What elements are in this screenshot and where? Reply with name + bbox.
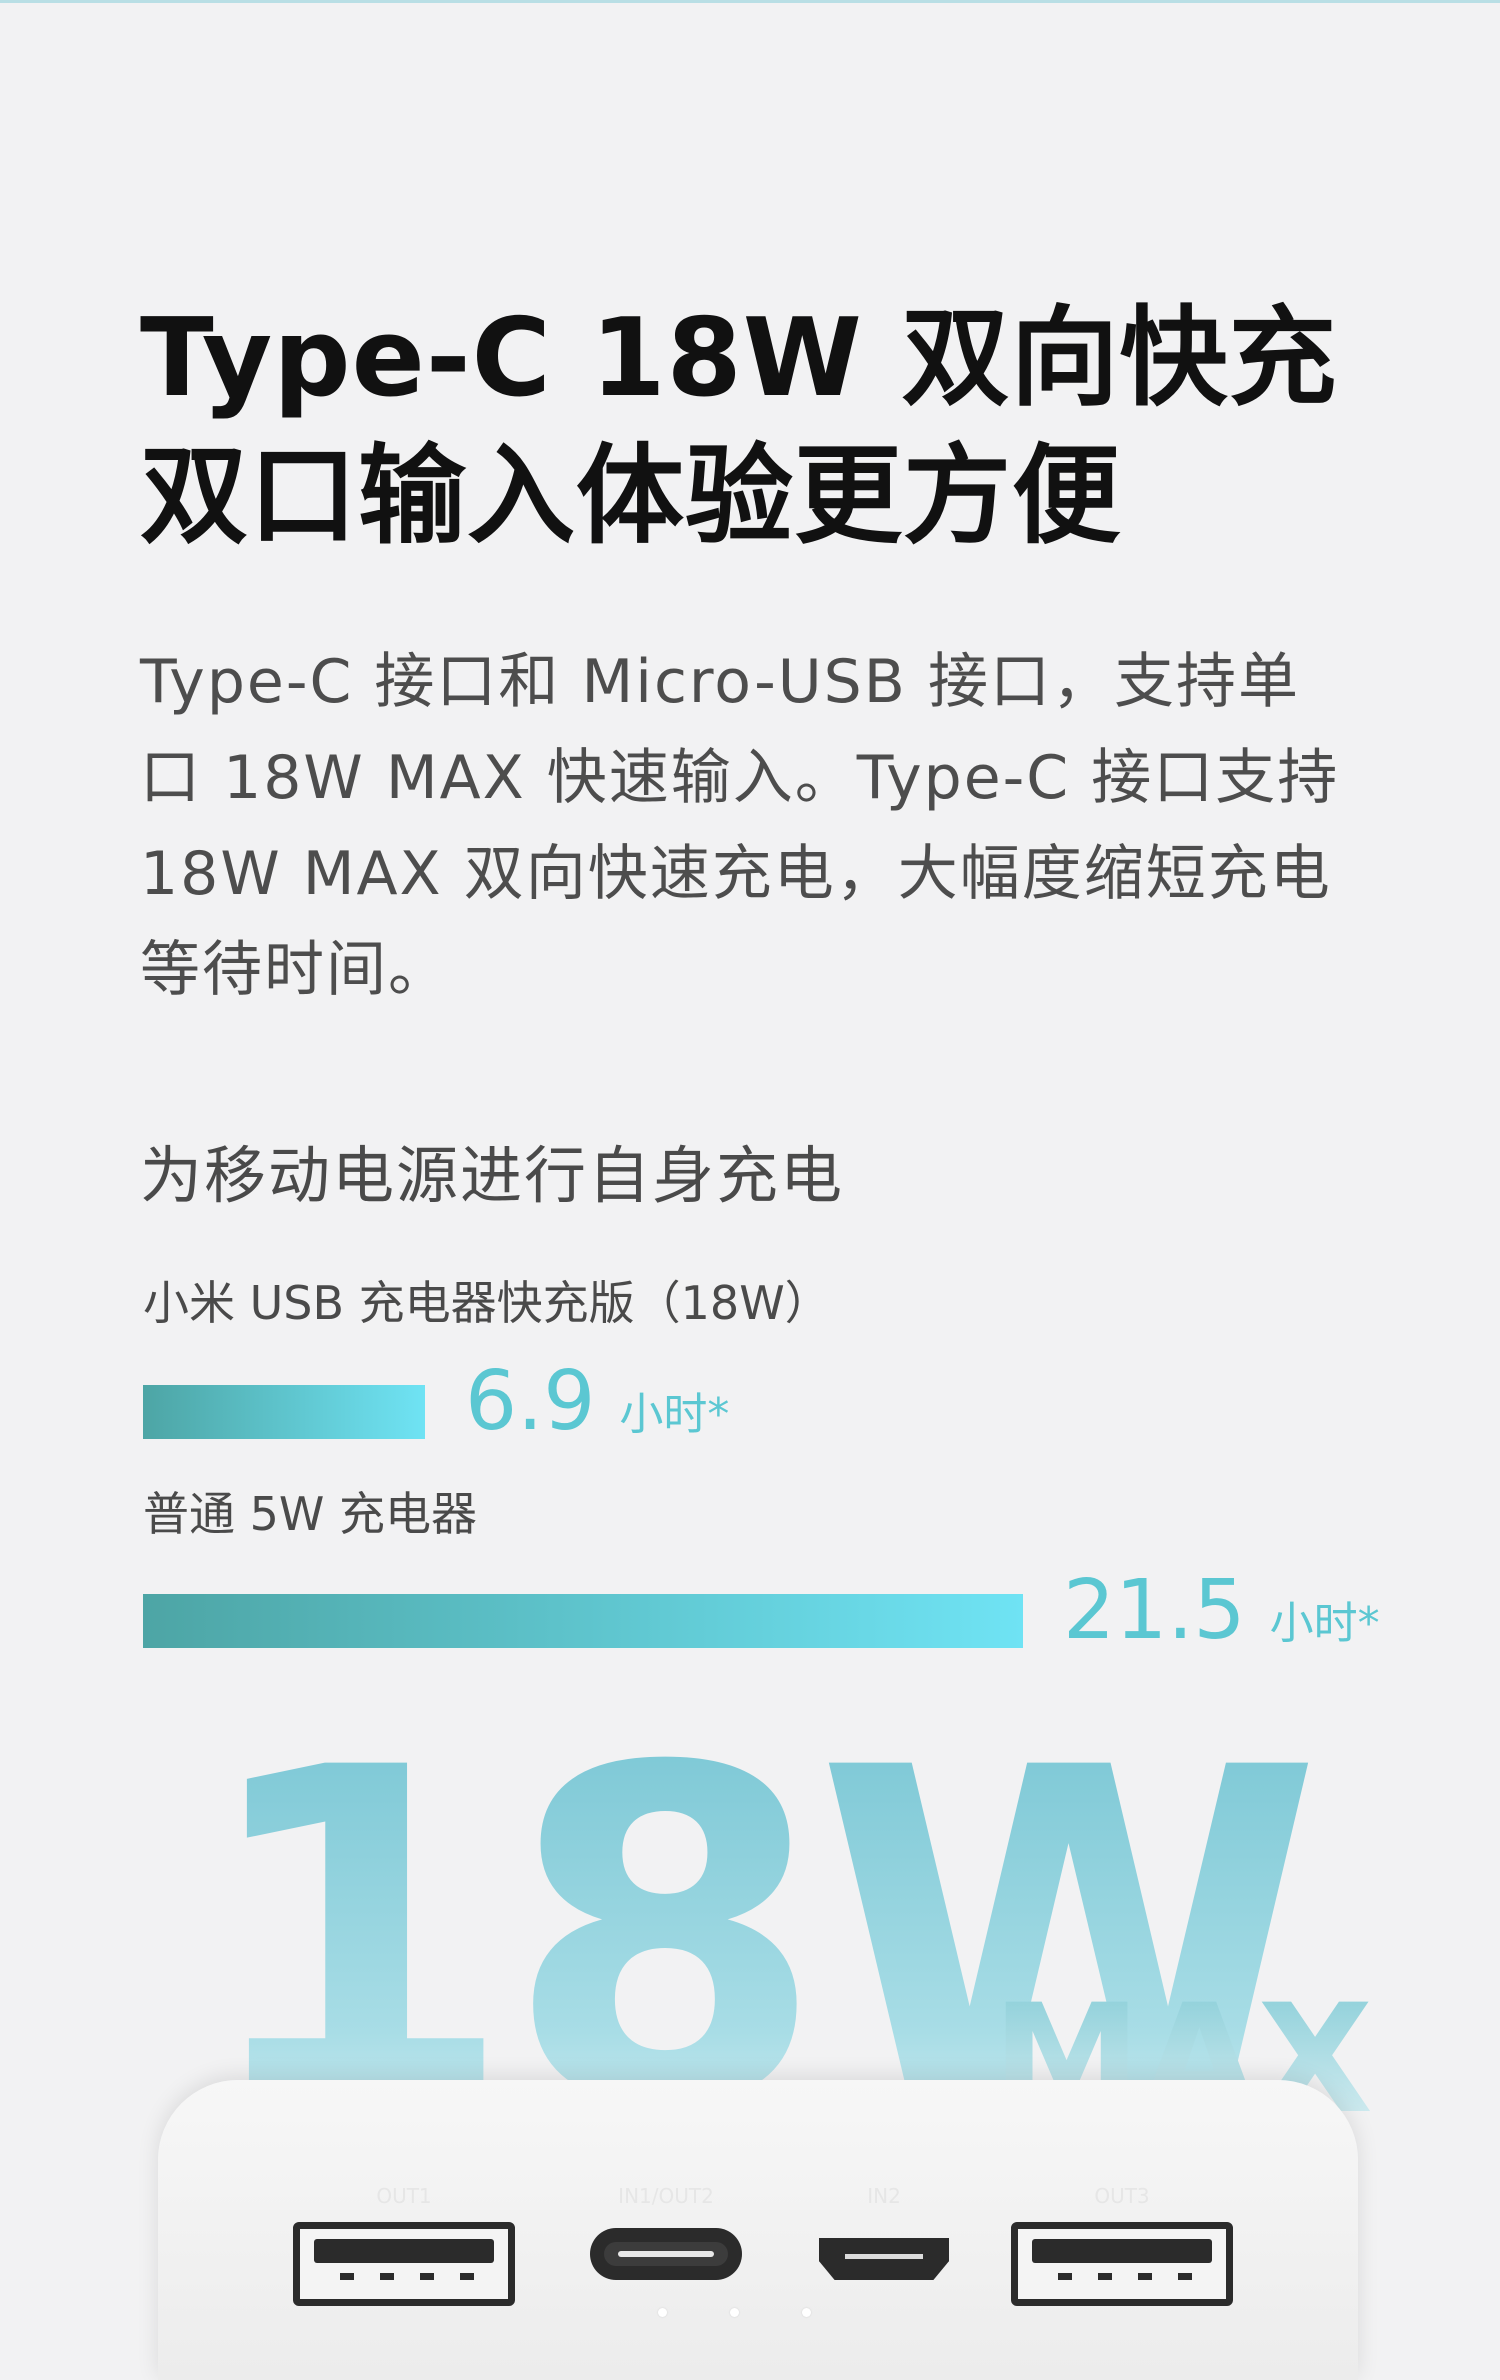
bar-value-unit: 小时* — [619, 1389, 730, 1440]
indicator-led-icon — [730, 2308, 739, 2317]
description-text: Type-C 接口和 Micro-USB 接口，支持单口 18W MAX 快速输… — [140, 647, 1340, 1005]
bar-label: 普通 5W 充电器 — [143, 1487, 477, 1541]
bar-value: 6.9 小时* — [465, 1357, 729, 1460]
bar-value-unit: 小时* — [1269, 1598, 1380, 1649]
power-bank-device: OUT1 IN1/OUT2 IN2 OUT3 — [158, 2080, 1358, 2380]
section-title: 为移动电源进行自身充电 — [140, 1139, 845, 1212]
headline-line-1: Type-C 18W 双向快充 — [140, 296, 1338, 421]
port-label: IN2 — [867, 2184, 901, 2208]
top-divider — [0, 0, 1500, 3]
headline-line-2: 双口输入体验更方便 — [140, 434, 1122, 559]
indicator-led-icon — [658, 2308, 667, 2317]
usb-c-port-icon — [590, 2228, 742, 2280]
bar-value-number: 6.9 — [465, 1354, 596, 1449]
usb-a-port-icon — [1011, 2222, 1233, 2306]
port-label: OUT3 — [1094, 2184, 1150, 2208]
page: Type-C 18W 双向快充 双口输入体验更方便 Type-C 接口和 Mic… — [0, 0, 1500, 2380]
headline: Type-C 18W 双向快充 双口输入体验更方便 — [140, 290, 1338, 566]
port-label: IN1/OUT2 — [618, 2184, 714, 2208]
micro-usb-port-icon — [819, 2238, 949, 2280]
usb-a-port-icon — [293, 2222, 515, 2306]
indicator-led-icon — [802, 2308, 811, 2317]
bar-value: 21.5 小时* — [1063, 1566, 1380, 1669]
bar-value-number: 21.5 — [1063, 1563, 1246, 1658]
bar — [143, 1385, 425, 1439]
bar-label: 小米 USB 充电器快充版（18W） — [143, 1276, 831, 1330]
port-label: OUT1 — [376, 2184, 432, 2208]
bar — [143, 1594, 1023, 1648]
